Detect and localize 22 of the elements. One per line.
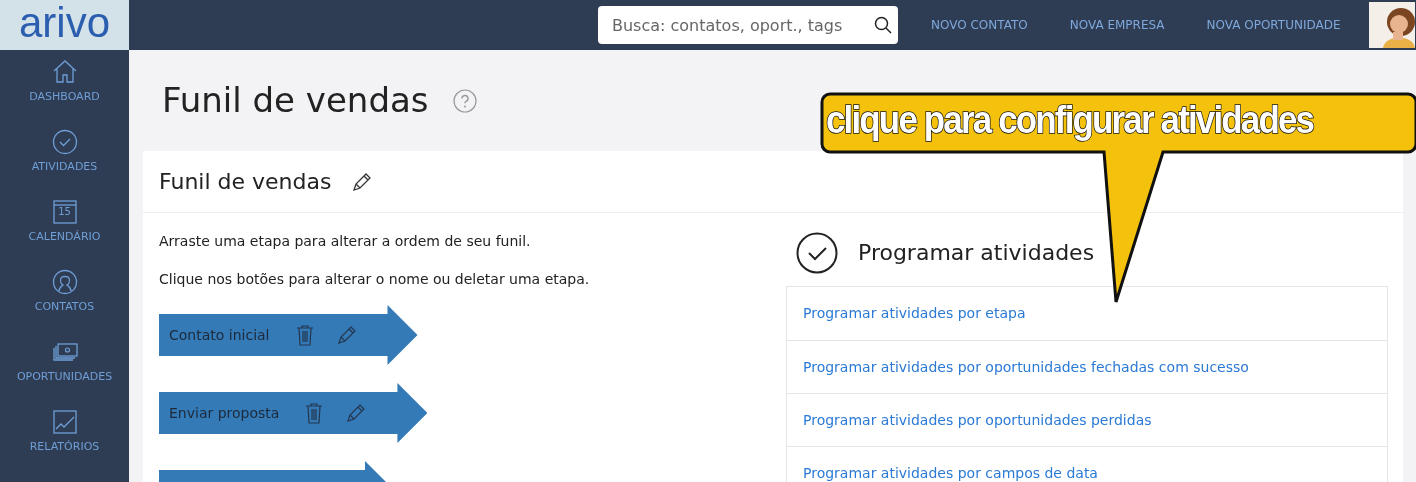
- logo[interactable]: arivo: [0, 0, 129, 50]
- calendar-icon: 15: [50, 198, 79, 226]
- nav-link[interactable]: NOVO CONTATO: [931, 16, 1028, 34]
- sidebar-item[interactable]: 15 CALENDÁRIO: [0, 198, 129, 268]
- sidebar-item[interactable]: OPORTUNIDADES: [0, 338, 129, 408]
- sidebar-item[interactable]: CONTATOS: [0, 268, 129, 338]
- card-title: Funil de vendas: [159, 168, 332, 196]
- page-title: Funil de vendas: [162, 79, 429, 122]
- activity-link[interactable]: Programar atividades por oportunidades fechadas com sucesso: [787, 340, 1387, 393]
- instruction-text: Clique nos botões para alterar o nome ou deletar uma etapa.: [159, 270, 591, 289]
- nav-link[interactable]: NOVA EMPRESA: [1069, 16, 1165, 34]
- sidebar-item[interactable]: DASHBOARD: [0, 58, 129, 128]
- activity-link[interactable]: Programar atividades por oportunidades perdidas: [787, 393, 1387, 446]
- search-field[interactable]: Busca: contatos, oport., tags: [598, 6, 898, 44]
- instruction-text: Arraste uma etapa para alterar a ordem de seu funil.: [159, 232, 532, 251]
- nav-link[interactable]: NOVA OPORTUNIDADE: [1206, 16, 1341, 34]
- sidebar-item[interactable]: ATIVIDADES: [0, 128, 129, 198]
- section-title: Programar atividades: [858, 239, 1095, 267]
- activity-link[interactable]: Programar atividades por etapa: [787, 287, 1387, 340]
- sidebar-item[interactable]: RELATÓRIOS: [0, 408, 129, 478]
- activity-link[interactable]: Programar atividades por campos de data: [787, 446, 1387, 482]
- callout-text: clique para configurar atividades: [826, 98, 1314, 143]
